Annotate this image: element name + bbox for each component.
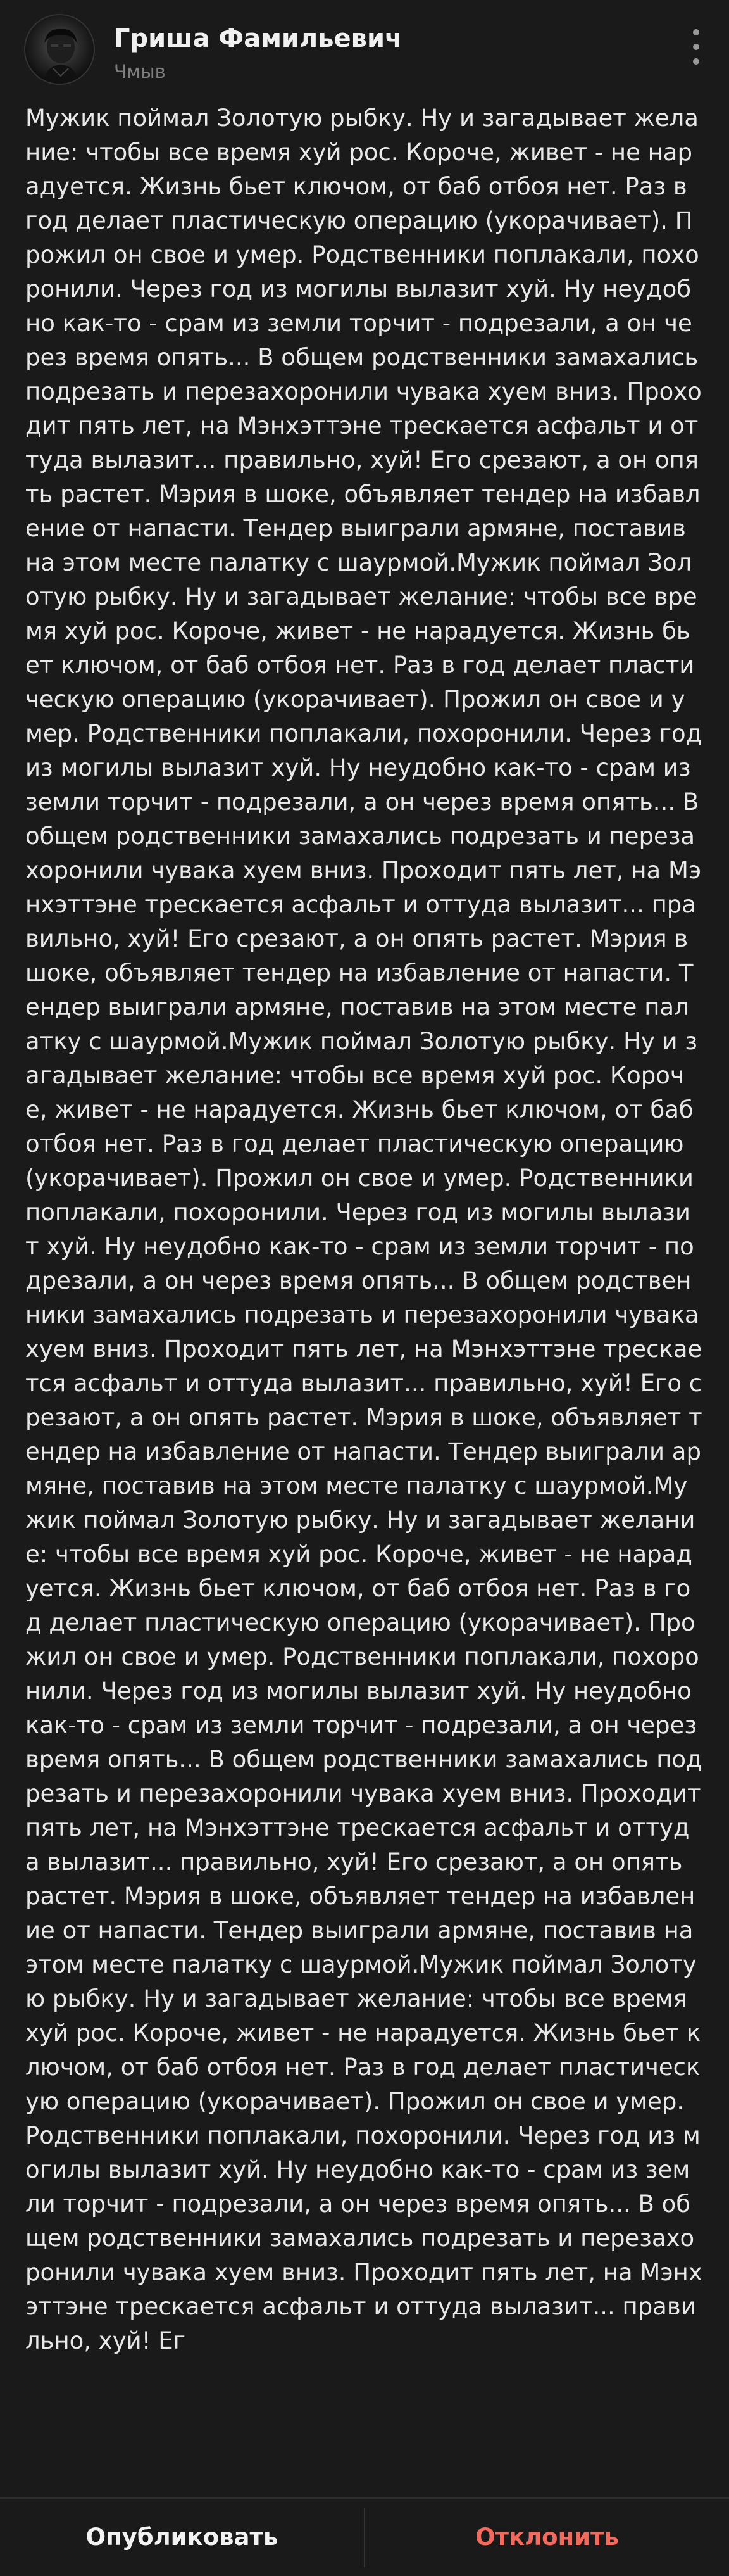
post-text: Мужик поймал Золотую рыбку. Ну и загадыв… [25, 104, 702, 2354]
avatar[interactable] [24, 14, 95, 85]
author-name[interactable]: Гриша Фамильевич [114, 24, 402, 53]
author-subtitle: Чмыв [114, 61, 166, 82]
more-vertical-icon[interactable] [685, 27, 707, 67]
avatar-image-icon [43, 28, 78, 84]
moderation-footer: Опубликовать Отклонить [0, 2497, 729, 2576]
post-header: Гриша Фамильевич Чмыв [0, 0, 729, 95]
publish-button[interactable]: Опубликовать [0, 2499, 364, 2576]
reject-button[interactable]: Отклонить [365, 2499, 729, 2576]
